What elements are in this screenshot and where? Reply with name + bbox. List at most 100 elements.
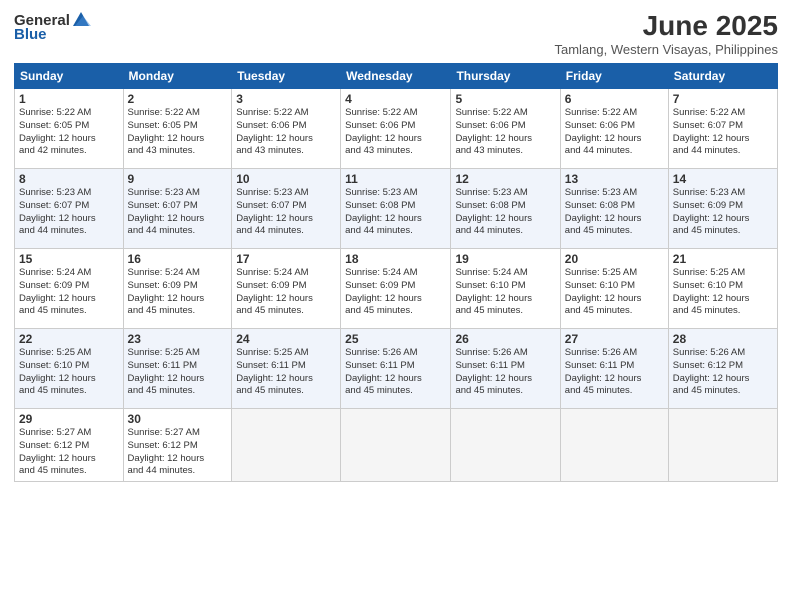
day-info: Sunrise: 5:26 AM Sunset: 6:12 PM Dayligh… (673, 347, 773, 398)
calendar-week-row: 1Sunrise: 5:22 AM Sunset: 6:05 PM Daylig… (15, 89, 778, 169)
day-number: 8 (19, 172, 119, 186)
day-info: Sunrise: 5:25 AM Sunset: 6:10 PM Dayligh… (673, 267, 773, 318)
calendar-cell: 13Sunrise: 5:23 AM Sunset: 6:08 PM Dayli… (560, 169, 668, 249)
day-number: 28 (673, 332, 773, 346)
day-number: 27 (565, 332, 664, 346)
calendar-cell: 12Sunrise: 5:23 AM Sunset: 6:08 PM Dayli… (451, 169, 560, 249)
day-number: 6 (565, 92, 664, 106)
calendar-cell: 27Sunrise: 5:26 AM Sunset: 6:11 PM Dayli… (560, 329, 668, 409)
calendar-week-row: 29Sunrise: 5:27 AM Sunset: 6:12 PM Dayli… (15, 409, 778, 482)
day-number: 2 (128, 92, 228, 106)
day-number: 17 (236, 252, 336, 266)
calendar-cell: 16Sunrise: 5:24 AM Sunset: 6:09 PM Dayli… (123, 249, 232, 329)
day-number: 18 (345, 252, 446, 266)
day-number: 14 (673, 172, 773, 186)
day-info: Sunrise: 5:24 AM Sunset: 6:10 PM Dayligh… (455, 267, 555, 318)
day-number: 22 (19, 332, 119, 346)
calendar-cell: 1Sunrise: 5:22 AM Sunset: 6:05 PM Daylig… (15, 89, 124, 169)
day-number: 19 (455, 252, 555, 266)
calendar-cell: 8Sunrise: 5:23 AM Sunset: 6:07 PM Daylig… (15, 169, 124, 249)
calendar-cell: 11Sunrise: 5:23 AM Sunset: 6:08 PM Dayli… (341, 169, 451, 249)
calendar-cell (451, 409, 560, 482)
day-number: 20 (565, 252, 664, 266)
page: General Blue June 2025 Tamlang, Western … (0, 0, 792, 612)
calendar-cell: 30Sunrise: 5:27 AM Sunset: 6:12 PM Dayli… (123, 409, 232, 482)
day-info: Sunrise: 5:27 AM Sunset: 6:12 PM Dayligh… (128, 427, 228, 478)
day-number: 15 (19, 252, 119, 266)
day-info: Sunrise: 5:22 AM Sunset: 6:07 PM Dayligh… (673, 107, 773, 158)
day-number: 9 (128, 172, 228, 186)
calendar-col-sunday: Sunday (15, 64, 124, 89)
day-info: Sunrise: 5:23 AM Sunset: 6:07 PM Dayligh… (236, 187, 336, 238)
calendar-header-row: SundayMondayTuesdayWednesdayThursdayFrid… (15, 64, 778, 89)
logo-icon (71, 10, 91, 30)
day-info: Sunrise: 5:22 AM Sunset: 6:06 PM Dayligh… (565, 107, 664, 158)
calendar-cell: 23Sunrise: 5:25 AM Sunset: 6:11 PM Dayli… (123, 329, 232, 409)
day-number: 7 (673, 92, 773, 106)
day-number: 5 (455, 92, 555, 106)
day-info: Sunrise: 5:23 AM Sunset: 6:09 PM Dayligh… (673, 187, 773, 238)
calendar-cell: 4Sunrise: 5:22 AM Sunset: 6:06 PM Daylig… (341, 89, 451, 169)
title-block: June 2025 Tamlang, Western Visayas, Phil… (554, 10, 778, 57)
day-number: 21 (673, 252, 773, 266)
calendar-col-saturday: Saturday (668, 64, 777, 89)
logo-blue-text: Blue (14, 26, 47, 43)
day-number: 1 (19, 92, 119, 106)
day-info: Sunrise: 5:23 AM Sunset: 6:07 PM Dayligh… (19, 187, 119, 238)
calendar-cell: 5Sunrise: 5:22 AM Sunset: 6:06 PM Daylig… (451, 89, 560, 169)
calendar-cell: 28Sunrise: 5:26 AM Sunset: 6:12 PM Dayli… (668, 329, 777, 409)
main-title: June 2025 (554, 10, 778, 42)
day-info: Sunrise: 5:24 AM Sunset: 6:09 PM Dayligh… (345, 267, 446, 318)
day-info: Sunrise: 5:26 AM Sunset: 6:11 PM Dayligh… (565, 347, 664, 398)
calendar-table: SundayMondayTuesdayWednesdayThursdayFrid… (14, 63, 778, 482)
calendar-cell: 18Sunrise: 5:24 AM Sunset: 6:09 PM Dayli… (341, 249, 451, 329)
calendar-cell: 29Sunrise: 5:27 AM Sunset: 6:12 PM Dayli… (15, 409, 124, 482)
day-info: Sunrise: 5:27 AM Sunset: 6:12 PM Dayligh… (19, 427, 119, 478)
day-number: 10 (236, 172, 336, 186)
day-info: Sunrise: 5:22 AM Sunset: 6:05 PM Dayligh… (19, 107, 119, 158)
calendar-week-row: 8Sunrise: 5:23 AM Sunset: 6:07 PM Daylig… (15, 169, 778, 249)
day-info: Sunrise: 5:26 AM Sunset: 6:11 PM Dayligh… (345, 347, 446, 398)
day-info: Sunrise: 5:22 AM Sunset: 6:06 PM Dayligh… (455, 107, 555, 158)
calendar-cell: 21Sunrise: 5:25 AM Sunset: 6:10 PM Dayli… (668, 249, 777, 329)
day-number: 24 (236, 332, 336, 346)
calendar-cell (232, 409, 341, 482)
calendar-cell: 22Sunrise: 5:25 AM Sunset: 6:10 PM Dayli… (15, 329, 124, 409)
calendar-cell: 7Sunrise: 5:22 AM Sunset: 6:07 PM Daylig… (668, 89, 777, 169)
day-info: Sunrise: 5:23 AM Sunset: 6:08 PM Dayligh… (345, 187, 446, 238)
day-info: Sunrise: 5:23 AM Sunset: 6:08 PM Dayligh… (565, 187, 664, 238)
calendar-col-friday: Friday (560, 64, 668, 89)
day-number: 3 (236, 92, 336, 106)
calendar-week-row: 15Sunrise: 5:24 AM Sunset: 6:09 PM Dayli… (15, 249, 778, 329)
day-info: Sunrise: 5:23 AM Sunset: 6:07 PM Dayligh… (128, 187, 228, 238)
day-info: Sunrise: 5:25 AM Sunset: 6:11 PM Dayligh… (236, 347, 336, 398)
calendar-cell: 24Sunrise: 5:25 AM Sunset: 6:11 PM Dayli… (232, 329, 341, 409)
calendar-cell: 19Sunrise: 5:24 AM Sunset: 6:10 PM Dayli… (451, 249, 560, 329)
calendar-col-thursday: Thursday (451, 64, 560, 89)
day-info: Sunrise: 5:23 AM Sunset: 6:08 PM Dayligh… (455, 187, 555, 238)
calendar-cell: 6Sunrise: 5:22 AM Sunset: 6:06 PM Daylig… (560, 89, 668, 169)
day-number: 26 (455, 332, 555, 346)
calendar-cell: 9Sunrise: 5:23 AM Sunset: 6:07 PM Daylig… (123, 169, 232, 249)
calendar-cell: 2Sunrise: 5:22 AM Sunset: 6:05 PM Daylig… (123, 89, 232, 169)
day-info: Sunrise: 5:24 AM Sunset: 6:09 PM Dayligh… (236, 267, 336, 318)
day-info: Sunrise: 5:24 AM Sunset: 6:09 PM Dayligh… (19, 267, 119, 318)
day-number: 12 (455, 172, 555, 186)
calendar-week-row: 22Sunrise: 5:25 AM Sunset: 6:10 PM Dayli… (15, 329, 778, 409)
day-number: 30 (128, 412, 228, 426)
calendar-cell: 3Sunrise: 5:22 AM Sunset: 6:06 PM Daylig… (232, 89, 341, 169)
calendar-cell: 26Sunrise: 5:26 AM Sunset: 6:11 PM Dayli… (451, 329, 560, 409)
day-info: Sunrise: 5:26 AM Sunset: 6:11 PM Dayligh… (455, 347, 555, 398)
calendar-cell (560, 409, 668, 482)
calendar-cell (341, 409, 451, 482)
day-number: 25 (345, 332, 446, 346)
calendar-col-monday: Monday (123, 64, 232, 89)
calendar-col-wednesday: Wednesday (341, 64, 451, 89)
calendar-cell: 25Sunrise: 5:26 AM Sunset: 6:11 PM Dayli… (341, 329, 451, 409)
header: General Blue June 2025 Tamlang, Western … (14, 10, 778, 57)
day-number: 29 (19, 412, 119, 426)
calendar-cell: 17Sunrise: 5:24 AM Sunset: 6:09 PM Dayli… (232, 249, 341, 329)
calendar-cell: 14Sunrise: 5:23 AM Sunset: 6:09 PM Dayli… (668, 169, 777, 249)
day-number: 4 (345, 92, 446, 106)
day-number: 23 (128, 332, 228, 346)
